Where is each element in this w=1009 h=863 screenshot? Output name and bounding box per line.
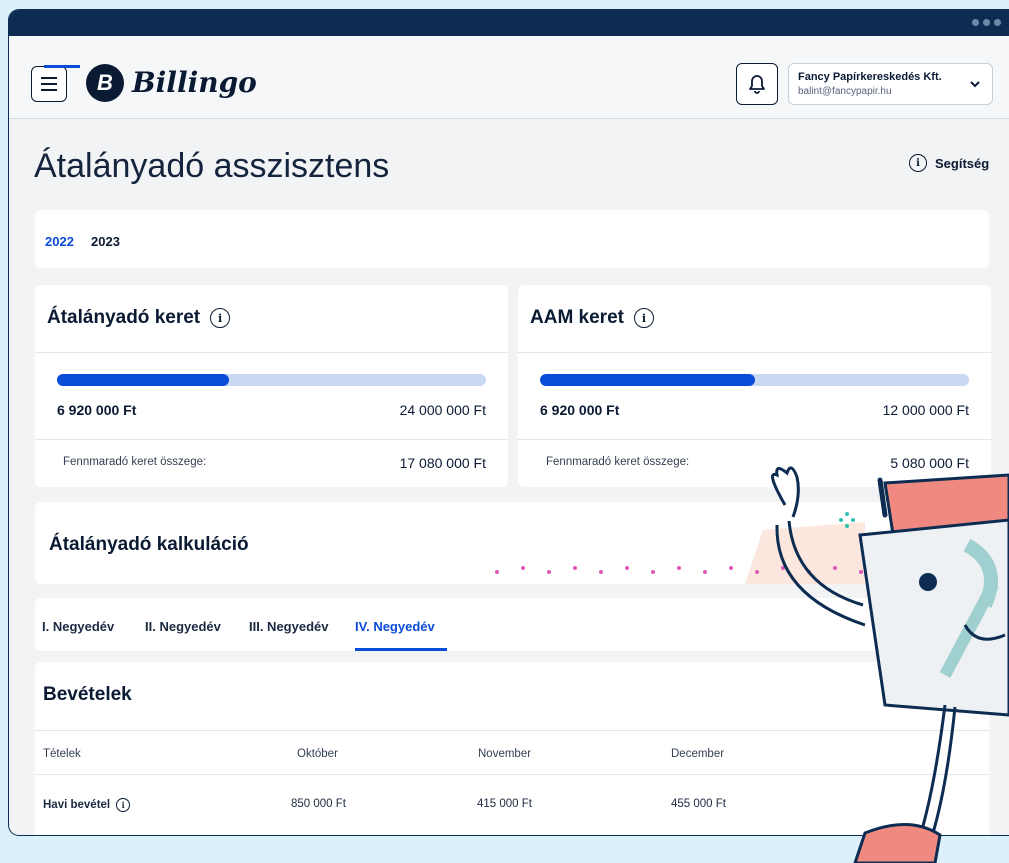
table-cell: 850 000 Ft [291, 798, 346, 810]
window-titlebar [9, 10, 1009, 36]
revenue-title: Bevételek [43, 684, 132, 705]
row-label-text: Havi bevétel [43, 799, 111, 811]
card-heading: Átalányadó keret i [47, 307, 231, 329]
column-header: Október [297, 748, 338, 760]
table-cell: 455 000 Ft [671, 798, 726, 810]
tab-q4[interactable]: IV. Negyedév [355, 619, 435, 634]
progress-bar [540, 374, 969, 386]
help-link[interactable]: i Segítség [909, 154, 989, 172]
progress-bar [57, 374, 486, 386]
limit-amount: 12 000 000 Ft [882, 402, 969, 418]
help-label: Segítség [935, 155, 990, 171]
card-title: Átalányadó keret [47, 307, 201, 328]
window-dots [972, 19, 1001, 26]
column-header: December [671, 748, 725, 760]
menu-button[interactable] [31, 66, 67, 102]
page-title: Átalányadó asszisztens [34, 147, 390, 185]
used-amount: 6 920 000 Ft [540, 402, 620, 418]
remaining-label: Fennmaradó keret összege: [546, 456, 690, 468]
notifications-button[interactable] [736, 63, 778, 105]
app-header: B Billingo Fancy Papírkereskedés Kft. ba… [9, 36, 1009, 119]
chevron-down-icon [970, 81, 980, 88]
account-company: Fancy Papírkereskedés Kft. [798, 71, 942, 83]
info-icon[interactable]: i [633, 308, 654, 328]
row-label: Havi bevétel i [43, 798, 131, 812]
mascot-illustration [771, 466, 1009, 863]
atalanyado-keret-card: Átalányadó keret i 6 920 000 Ft 24 000 0… [35, 285, 508, 487]
aam-keret-card: AAM keret i 6 920 000 Ft 12 000 000 Ft F… [518, 285, 991, 487]
account-email: balint@fancypapir.hu [798, 86, 892, 97]
limit-amount: 24 000 000 Ft [399, 402, 486, 418]
remaining-amount: 17 080 000 Ft [399, 455, 486, 471]
table-cell: 415 000 Ft [477, 798, 532, 810]
tab-q3[interactable]: III. Negyedév [249, 619, 328, 634]
column-header: November [478, 748, 532, 760]
remaining-row: Fennmaradó keret összege: 17 080 000 Ft [35, 439, 508, 488]
active-tab-indicator [44, 65, 80, 68]
tab-2023[interactable]: 2023 [91, 234, 120, 249]
column-header: Tételek [43, 748, 81, 760]
year-tabs: 2022 2023 [35, 210, 989, 268]
info-icon: i [909, 154, 927, 172]
tab-q2[interactable]: II. Negyedév [145, 619, 221, 634]
remaining-label: Fennmaradó keret összege: [63, 456, 207, 468]
progress-fill [57, 374, 229, 386]
calculation-title: Átalányadó kalkuláció [49, 534, 249, 555]
billingo-logo-icon[interactable]: B [86, 64, 124, 102]
active-tab-indicator [355, 648, 447, 651]
tab-q1[interactable]: I. Negyedév [42, 619, 114, 634]
card-heading: AAM keret i [530, 307, 654, 329]
progress-fill [540, 374, 755, 386]
info-icon[interactable]: i [116, 798, 131, 812]
brand-name[interactable]: Billingo [132, 66, 257, 99]
card-title: AAM keret [530, 307, 624, 328]
tab-2022[interactable]: 2022 [45, 234, 74, 249]
info-icon[interactable]: i [210, 308, 231, 328]
used-amount: 6 920 000 Ft [57, 402, 137, 418]
account-switcher[interactable]: Fancy Papírkereskedés Kft. balint@fancyp… [788, 63, 993, 105]
bell-icon [749, 75, 765, 94]
